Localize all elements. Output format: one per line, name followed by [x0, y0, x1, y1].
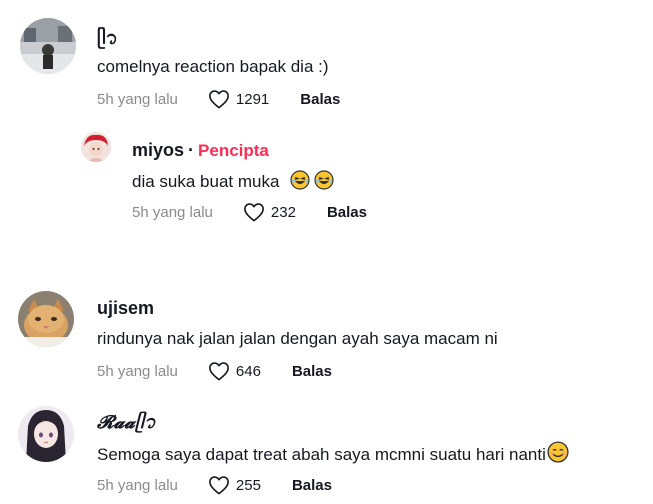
avatar[interactable]: [20, 18, 76, 74]
comment-item: ᥫ᭡ comelnya reaction bapak dia :) 5h yan…: [0, 0, 653, 120]
comment-text-line: dia suka buat muka: [132, 170, 334, 192]
comment-meta: 5h yang lalu 232 Balas: [132, 200, 367, 224]
comment-meta: 5h yang lalu 646 Balas: [97, 359, 332, 383]
comment-meta: 5h yang lalu 1291 Balas: [97, 87, 340, 111]
separator-dot: ·: [188, 140, 195, 160]
reply-button[interactable]: Balas: [292, 363, 332, 380]
avatar[interactable]: [18, 291, 74, 347]
smiling-face-emoji: [547, 441, 569, 463]
laughing-face-emoji: [314, 170, 334, 190]
like-button[interactable]: 255: [208, 475, 261, 495]
username[interactable]: miyos: [132, 140, 184, 160]
like-button[interactable]: 232: [243, 202, 296, 222]
timestamp: 5h yang lalu: [97, 90, 178, 108]
comment-item: ujisem rindunya nak jalan jalan dengan a…: [0, 285, 653, 395]
like-count: 232: [270, 203, 296, 221]
reply-button[interactable]: Balas: [292, 477, 332, 494]
comment-text: dia suka buat muka: [132, 172, 280, 191]
avatar[interactable]: [81, 132, 111, 162]
timestamp: 5h yang lalu: [97, 362, 178, 380]
comment-item: 𝓡𝓪𝓪ᥫ᭡ Semoga saya dapat treat abah saya …: [0, 398, 653, 504]
heart-outline-icon: [208, 89, 230, 109]
timestamp: 5h yang lalu: [132, 203, 213, 221]
reply-item: miyos · Pencipta dia suka buat muka 5h yan…: [0, 120, 653, 230]
comment-text: comelnya reaction bapak dia :): [97, 57, 329, 76]
comment-text-line: Semoga saya dapat treat abah saya mcmni …: [97, 441, 569, 465]
reply-header: miyos · Pencipta: [132, 140, 269, 161]
like-count: 255: [235, 476, 261, 494]
like-count: 1291: [235, 90, 270, 108]
heart-outline-icon: [208, 475, 230, 495]
like-button[interactable]: 646: [208, 361, 261, 381]
avatar[interactable]: [18, 406, 74, 462]
creator-badge: Pencipta: [198, 141, 269, 160]
heart-outline-icon: [208, 361, 230, 381]
reply-button[interactable]: Balas: [327, 204, 367, 221]
username[interactable]: ᥫ᭡: [97, 26, 118, 58]
reply-button[interactable]: Balas: [300, 91, 340, 108]
like-button[interactable]: 1291: [208, 89, 269, 109]
heart-outline-icon: [243, 202, 265, 222]
laughing-face-emoji: [290, 170, 310, 190]
timestamp: 5h yang lalu: [97, 476, 178, 494]
comment-text: Semoga saya dapat treat abah saya mcmni …: [97, 445, 546, 464]
comment-text: rindunya nak jalan jalan dengan ayah say…: [97, 329, 498, 348]
comment-meta: 5h yang lalu 255 Balas: [97, 473, 332, 497]
username[interactable]: 𝓡𝓪𝓪ᥫ᭡: [97, 410, 156, 442]
like-count: 646: [235, 362, 261, 380]
username[interactable]: ujisem: [97, 298, 154, 319]
